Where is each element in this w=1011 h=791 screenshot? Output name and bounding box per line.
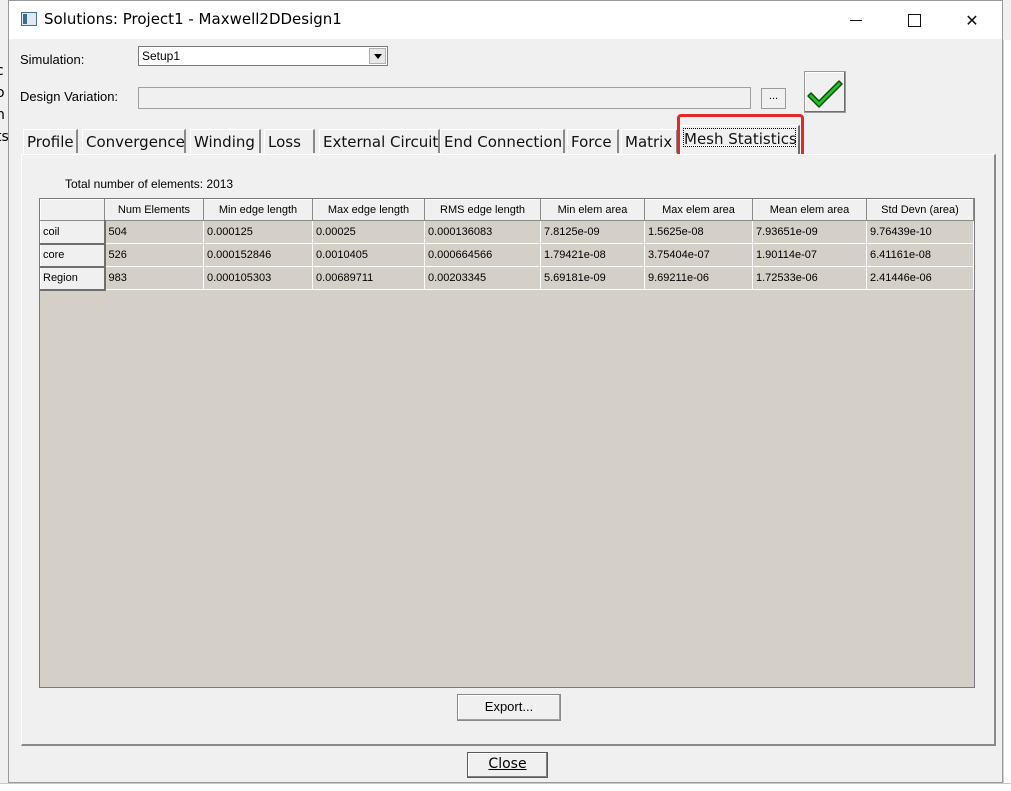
table-cell[interactable]: 983 xyxy=(104,266,204,290)
design-variation-label: Design Variation: xyxy=(20,89,119,104)
tab-mesh-statistics[interactable]: Mesh Statistics xyxy=(680,125,800,154)
app-window-icon xyxy=(21,12,37,26)
table-cell[interactable]: 1.79421e-08 xyxy=(540,243,645,267)
close-button[interactable]: Close xyxy=(467,752,548,778)
solution-status-button[interactable] xyxy=(804,71,846,113)
mesh-statistics-grid[interactable]: Num Elements Min edge length Max edge le… xyxy=(39,198,975,688)
tab-force[interactable]: Force xyxy=(567,129,619,153)
table-cell[interactable]: 1.72533e-06 xyxy=(752,266,867,290)
close-window-button[interactable]: ✕ xyxy=(949,1,995,39)
table-cell[interactable]: 0.0010405 xyxy=(312,243,425,267)
tab-label: Force xyxy=(571,133,612,151)
background-window-strip-bottom xyxy=(0,783,1011,791)
table-cell[interactable]: 9.69211e-06 xyxy=(644,266,753,290)
table-cell[interactable]: 9.76439e-10 xyxy=(866,220,974,244)
chevron-down-icon xyxy=(373,53,382,59)
tab-label: Matrix xyxy=(625,133,673,151)
column-header[interactable]: Min edge length xyxy=(203,199,313,221)
minimize-icon xyxy=(850,19,862,21)
design-variation-browse-button[interactable]: ... xyxy=(761,88,786,109)
table-row: Region 983 0.000105303 0.00689711 0.0020… xyxy=(40,266,974,291)
tab-label: Convergence xyxy=(86,133,185,151)
column-header[interactable]: Max elem area xyxy=(644,199,753,221)
table-cell[interactable]: 0.00689711 xyxy=(312,266,425,290)
table-cell[interactable]: 0.000664566 xyxy=(424,243,541,267)
tab-label: Loss xyxy=(268,133,301,151)
row-header[interactable]: coil xyxy=(40,220,106,245)
total-elements-label: Total number of elements: 2013 xyxy=(65,177,234,191)
design-variation-field[interactable] xyxy=(138,87,751,109)
column-header[interactable]: RMS edge length xyxy=(424,199,541,221)
table-cell[interactable]: 2.41446e-06 xyxy=(866,266,974,290)
table-cell[interactable]: 3.75404e-07 xyxy=(644,243,753,267)
column-header[interactable]: Min elem area xyxy=(540,199,645,221)
tab-label: External Circuit xyxy=(323,133,439,151)
tab-label: End Connection xyxy=(444,133,563,151)
table-cell[interactable]: 7.8125e-09 xyxy=(540,220,645,244)
table-cell[interactable]: 0.000125 xyxy=(203,220,313,244)
table-header-row: Num Elements Min edge length Max edge le… xyxy=(40,199,974,221)
table-cell[interactable]: 1.90114e-07 xyxy=(752,243,867,267)
table-row: core 526 0.000152846 0.0010405 0.0006645… xyxy=(40,243,974,268)
maximize-icon xyxy=(907,13,921,27)
tab-winding[interactable]: Winding xyxy=(190,129,261,153)
tab-label: Profile xyxy=(27,133,74,151)
background-window-strip xyxy=(1003,40,1011,791)
tab-loss[interactable]: Loss xyxy=(264,129,315,153)
table-cell[interactable]: 6.41161e-08 xyxy=(866,243,974,267)
green-checkmark-icon xyxy=(807,80,843,108)
table-cell[interactable]: 526 xyxy=(104,243,204,267)
tab-convergence[interactable]: Convergence xyxy=(82,129,186,153)
table-cell[interactable]: 5.69181e-09 xyxy=(540,266,645,290)
tab-matrix[interactable]: Matrix xyxy=(621,129,678,153)
table-row: coil 504 0.000125 0.00025 0.000136083 7.… xyxy=(40,220,974,245)
table-cell[interactable]: 0.00203345 xyxy=(424,266,541,290)
title-bar[interactable]: Solutions: Project1 - Maxwell2DDesign1 ✕ xyxy=(9,1,1002,39)
simulation-label: Simulation: xyxy=(20,52,85,67)
mesh-statistics-table: Num Elements Min edge length Max edge le… xyxy=(40,199,974,291)
table-cell[interactable]: 504 xyxy=(104,220,204,244)
table-cell[interactable]: 0.000105303 xyxy=(203,266,313,290)
maximize-button[interactable] xyxy=(891,1,937,39)
column-header[interactable]: Max edge length xyxy=(312,199,425,221)
tab-end-connection[interactable]: End Connection xyxy=(440,129,565,153)
tab-label: Winding xyxy=(194,133,255,151)
solutions-dialog: Solutions: Project1 - Maxwell2DDesign1 ✕… xyxy=(8,0,1003,783)
corner-header-cell[interactable] xyxy=(40,199,105,221)
row-header[interactable]: Region xyxy=(40,266,106,291)
table-cell[interactable]: 0.000152846 xyxy=(203,243,313,267)
table-cell[interactable]: 0.00025 xyxy=(312,220,425,244)
simulation-select[interactable]: Setup1 xyxy=(138,46,388,66)
column-header[interactable]: Mean elem area xyxy=(752,199,867,221)
row-header[interactable]: core xyxy=(40,243,106,268)
close-icon: ✕ xyxy=(965,10,979,30)
table-cell[interactable]: 7.93651e-09 xyxy=(752,220,867,244)
simulation-dropdown-button[interactable] xyxy=(369,48,386,64)
simulation-select-value: Setup1 xyxy=(142,49,181,63)
column-header[interactable]: Std Devn (area) xyxy=(866,199,974,221)
column-header[interactable]: Num Elements xyxy=(104,199,204,221)
minimize-button[interactable] xyxy=(833,1,879,39)
tab-profile[interactable]: Profile xyxy=(23,129,78,153)
window-title: Solutions: Project1 - Maxwell2DDesign1 xyxy=(44,10,342,28)
close-button-label: Close xyxy=(488,756,527,772)
tab-label: Mesh Statistics xyxy=(684,130,797,148)
export-button[interactable]: Export... xyxy=(457,694,561,721)
tab-external-circuit[interactable]: External Circuit xyxy=(319,129,440,153)
table-cell[interactable]: 0.000136083 xyxy=(424,220,541,244)
table-cell[interactable]: 1.5625e-08 xyxy=(644,220,753,244)
